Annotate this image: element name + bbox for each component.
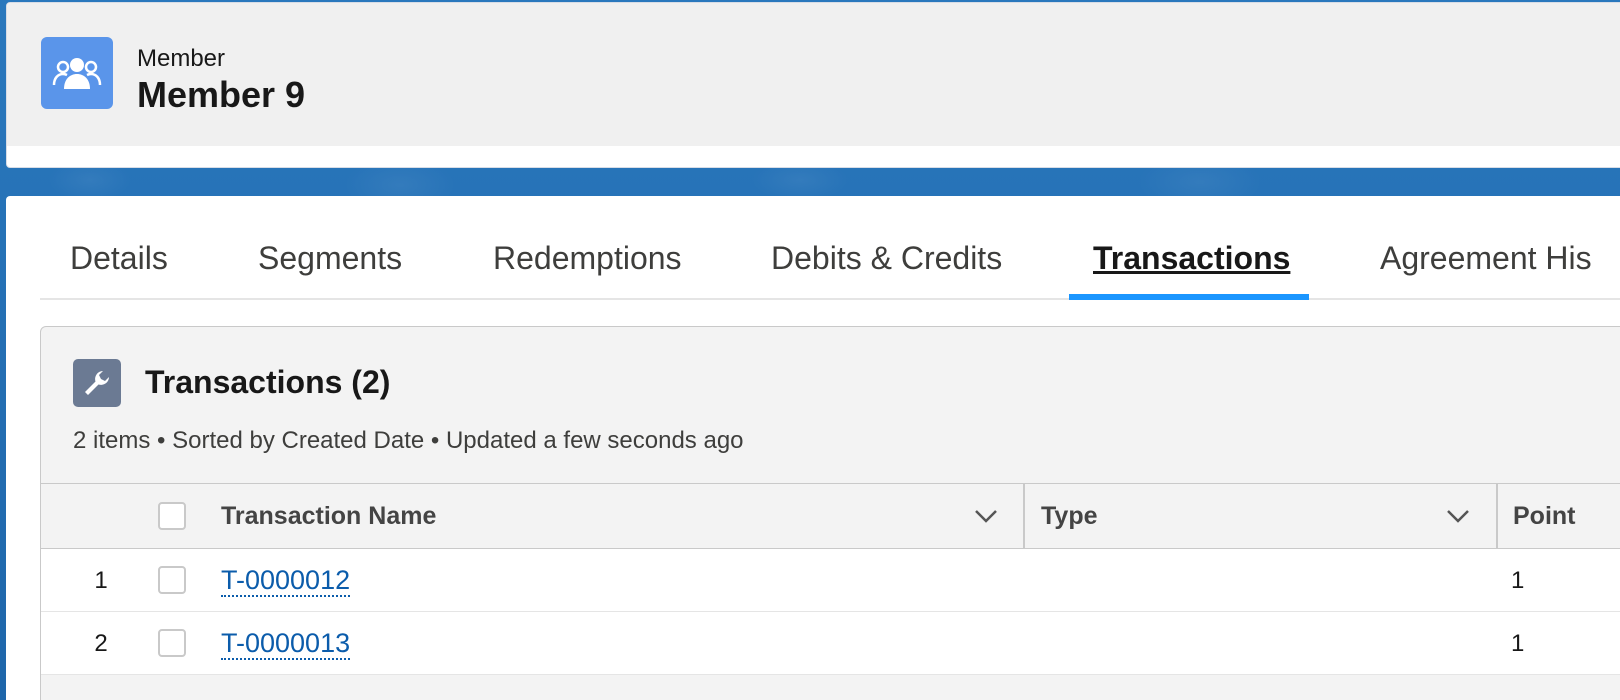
row-checkbox[interactable] bbox=[158, 629, 186, 657]
select-all-checkbox[interactable] bbox=[158, 502, 186, 530]
points-value: 1 bbox=[1511, 567, 1525, 594]
row-checkbox[interactable] bbox=[158, 566, 186, 594]
tab-transactions[interactable]: Transactions bbox=[1093, 240, 1290, 277]
points-value: 1 bbox=[1511, 630, 1525, 657]
record-header: Member Member 9 bbox=[6, 2, 1620, 168]
tab-segments[interactable]: Segments bbox=[258, 240, 402, 277]
transactions-related-list: Transactions (2) 2 items • Sorted by Cre… bbox=[40, 326, 1620, 700]
tab-agreement-history[interactable]: Agreement His bbox=[1380, 240, 1592, 277]
row-number: 1 bbox=[94, 567, 108, 594]
chevron-down-icon[interactable] bbox=[973, 506, 999, 526]
tab-debits-credits[interactable]: Debits & Credits bbox=[771, 240, 1002, 277]
transaction-link[interactable]: T-0000012 bbox=[221, 565, 351, 597]
tab-redemptions[interactable]: Redemptions bbox=[493, 240, 682, 277]
column-header-type[interactable]: Type bbox=[1041, 502, 1098, 531]
active-tab-indicator bbox=[1069, 294, 1309, 300]
table-row: 2 T-0000013 1 bbox=[41, 612, 1620, 675]
column-header-transaction-name[interactable]: Transaction Name bbox=[221, 502, 436, 531]
record-name: Member 9 bbox=[137, 74, 306, 115]
tab-details[interactable]: Details bbox=[70, 240, 168, 277]
related-list-meta: 2 items • Sorted by Created Date • Updat… bbox=[73, 427, 744, 454]
column-header-points[interactable]: Point bbox=[1513, 502, 1576, 531]
tab-bar: Details Segments Redemptions Debits & Cr… bbox=[40, 196, 1620, 300]
related-list-title[interactable]: Transactions (2) bbox=[145, 364, 390, 401]
wrench-icon bbox=[73, 359, 121, 407]
column-divider[interactable] bbox=[1496, 484, 1498, 548]
members-group-icon bbox=[41, 37, 113, 109]
record-type-label: Member bbox=[137, 45, 226, 72]
chevron-down-icon[interactable] bbox=[1445, 506, 1471, 526]
main-card: Details Segments Redemptions Debits & Cr… bbox=[6, 196, 1620, 700]
column-divider[interactable] bbox=[1023, 484, 1025, 548]
table-header: Transaction Name Type Point bbox=[41, 483, 1620, 549]
table-row: 1 T-0000012 1 bbox=[41, 549, 1620, 612]
row-number: 2 bbox=[94, 630, 108, 657]
transaction-link[interactable]: T-0000013 bbox=[221, 628, 351, 660]
record-header-highlight: Member Member 9 bbox=[7, 3, 1620, 146]
